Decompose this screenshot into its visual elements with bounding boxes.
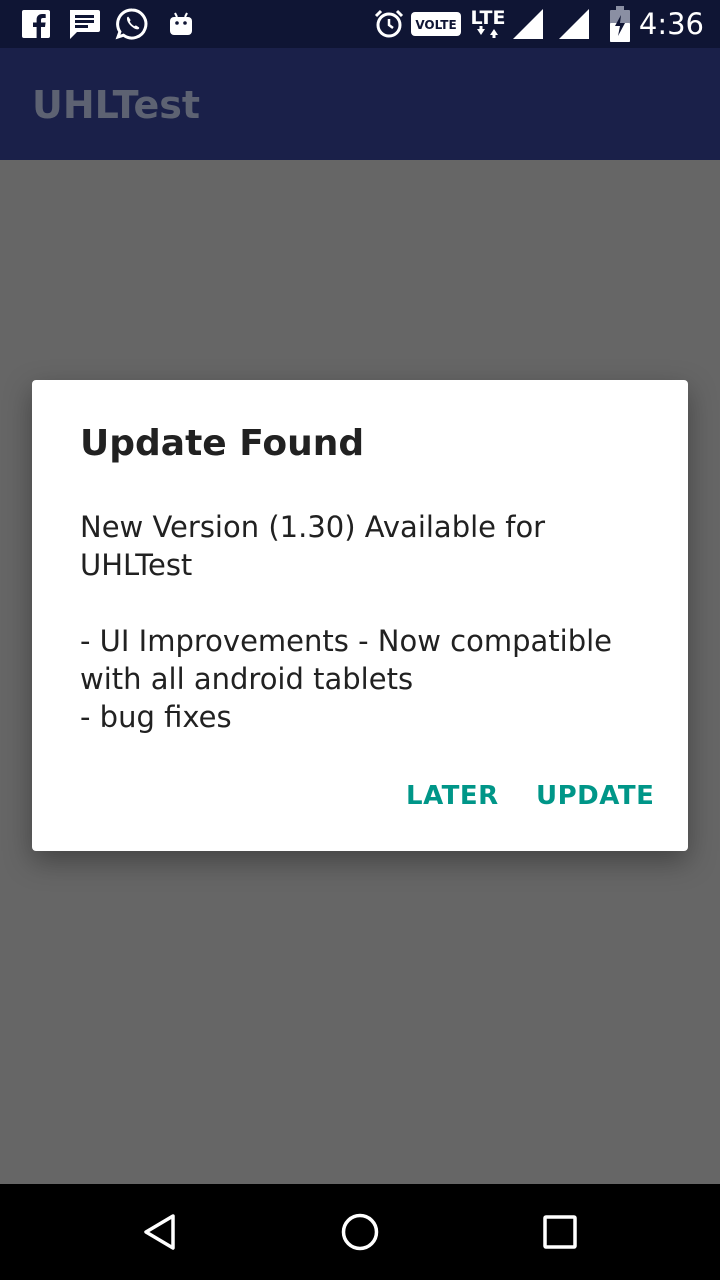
message-icon [66,0,102,48]
volte-label: VOLTE [415,18,456,32]
android-icon [166,0,196,48]
later-button[interactable]: LATER [406,772,499,820]
app-title: UHLTest [32,83,201,127]
status-time: 4:36 [638,7,704,41]
lte-icon: LTE [468,0,508,48]
alarm-icon [373,0,405,48]
update-button[interactable]: UPDATE [536,772,654,820]
whatsapp-icon [113,0,151,48]
volte-icon: VOLTE [411,0,461,48]
app-bar: UHLTest [0,48,720,160]
signal-icon [510,0,546,48]
recents-icon [543,1215,577,1249]
home-button[interactable] [312,1184,408,1280]
dialog-title: Update Found [80,423,365,464]
navigation-bar [0,1184,720,1280]
status-bar: VOLTE LTE 4:36 [0,0,720,48]
facebook-icon [20,0,52,48]
back-button[interactable] [112,1184,208,1280]
home-icon [341,1213,379,1251]
battery-icon [606,0,634,48]
update-dialog: Update Found New Version (1.30) Availabl… [32,380,688,851]
signal-icon-2 [556,0,592,48]
lte-label: LTE [471,7,506,29]
dialog-message: New Version (1.30) Available for UHLTest… [80,510,612,734]
recents-button[interactable] [512,1184,608,1280]
back-icon [144,1214,175,1250]
